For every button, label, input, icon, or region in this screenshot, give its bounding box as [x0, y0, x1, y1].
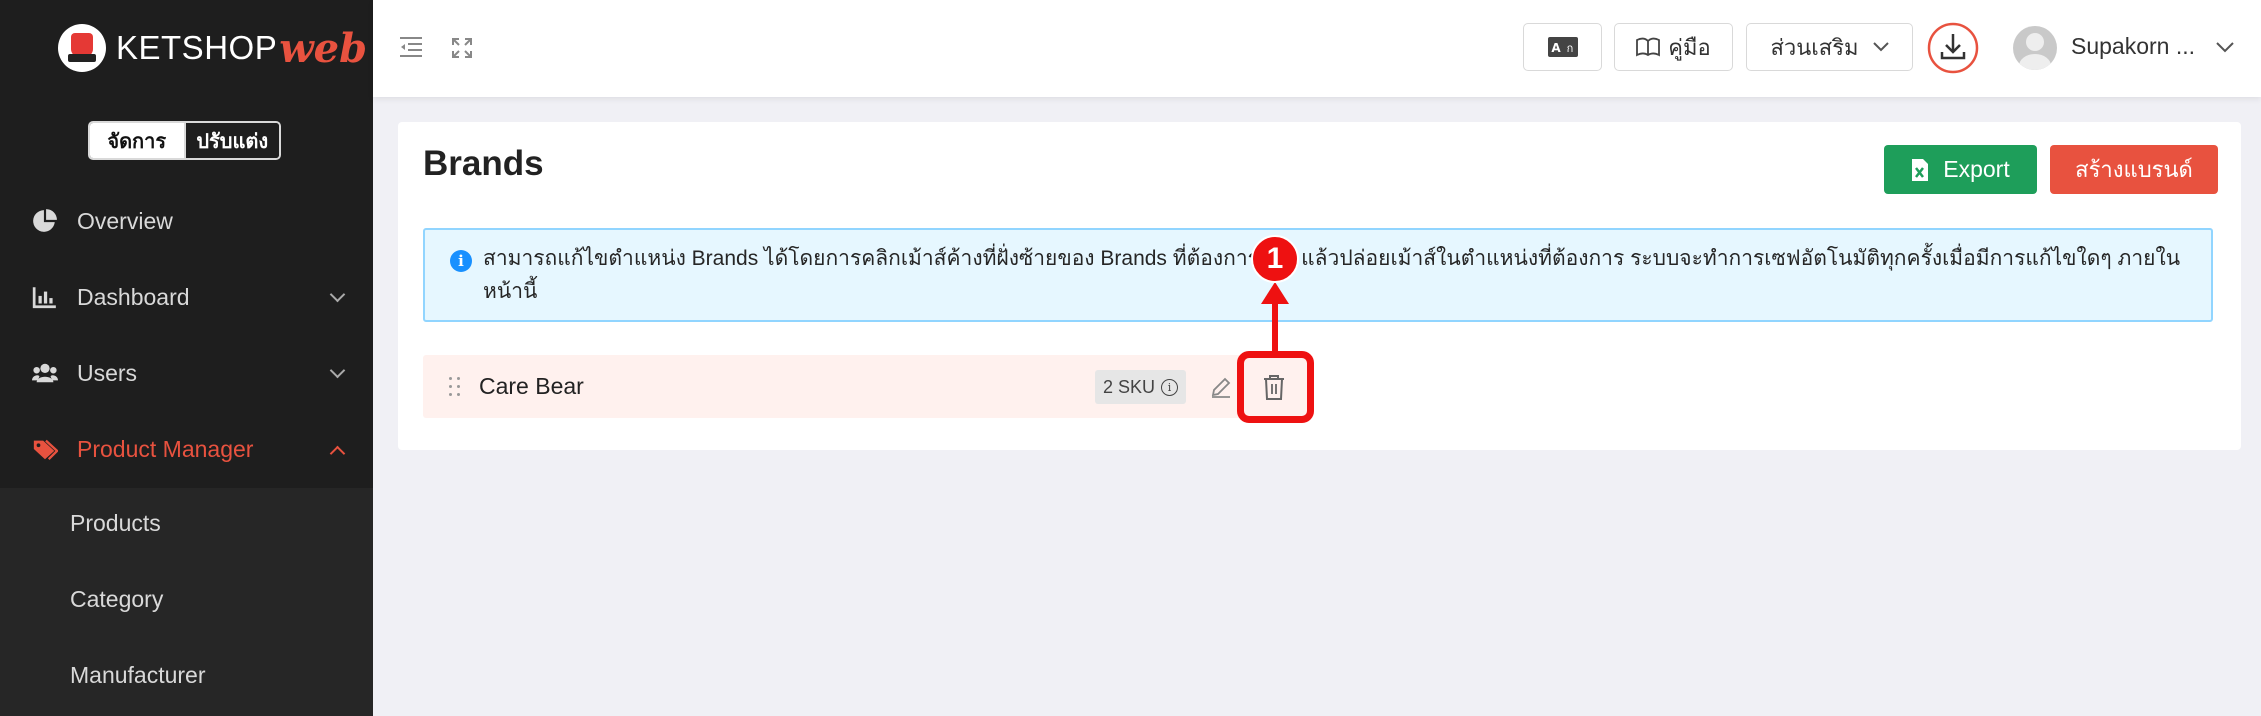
chevron-down-icon[interactable]: [2216, 42, 2234, 53]
info-circle-icon[interactable]: i: [1161, 378, 1179, 396]
download-icon[interactable]: [1927, 22, 1979, 74]
sidebar-item-label: Product Manager: [77, 435, 254, 462]
sku-badge: 2 SKU i: [1095, 370, 1187, 404]
sidebar-item-label: Overview: [77, 207, 173, 234]
create-brand-button[interactable]: สร้างแบรนด์: [2050, 145, 2218, 194]
addons-label: ส่วนเสริม: [1770, 34, 1859, 60]
info-alert: i สามารถแก้ไขตำแหน่ง Brands ได้โดยการคลิ…: [423, 228, 2213, 322]
sidebar-item-users[interactable]: Users: [0, 343, 373, 403]
annotation-highlight: [1237, 351, 1314, 423]
drag-handle-icon[interactable]: [449, 377, 463, 397]
chevron-up-icon: [329, 445, 346, 462]
tag-icon: [33, 439, 58, 461]
pie-chart-icon: [33, 209, 57, 232]
step-number-badge: 1: [1251, 235, 1299, 283]
sidebar-item-overview[interactable]: Overview: [0, 191, 373, 251]
brands-card: Brands Export สร้างแบรนด์ i สามารถแก้ไขต…: [398, 122, 2241, 450]
language-button[interactable]: A ก: [1523, 23, 1602, 71]
annotation-arrowhead: [1261, 282, 1289, 304]
submenu-item-products[interactable]: Products: [70, 510, 161, 537]
manual-label: คู่มือ: [1668, 34, 1711, 60]
excel-file-icon: [1912, 158, 1929, 181]
chevron-down-icon: [1872, 42, 1889, 52]
export-button[interactable]: Export: [1884, 145, 2037, 194]
mode-customize-button[interactable]: ปรับแต่ง: [183, 123, 279, 158]
product-manager-submenu: Products Category Manufacturer: [0, 488, 373, 716]
logo-mascot-icon: [58, 24, 106, 72]
sidebar-item-dashboard[interactable]: Dashboard: [0, 267, 373, 327]
manual-button[interactable]: คู่มือ: [1614, 23, 1733, 71]
book-icon: [1636, 37, 1661, 57]
submenu-item-category[interactable]: Category: [70, 586, 163, 613]
top-header: A ก คู่มือ ส่วนเสริม Supakorn ...: [373, 0, 2261, 97]
chevron-down-icon: [329, 286, 346, 303]
info-icon: i: [450, 250, 472, 272]
mode-toggle: จัดการ ปรับแต่ง: [88, 121, 281, 160]
chevron-down-icon: [329, 362, 346, 379]
edit-icon[interactable]: [1209, 375, 1233, 399]
submenu-item-manufacturer[interactable]: Manufacturer: [70, 662, 206, 689]
avatar[interactable]: [2013, 26, 2057, 70]
collapse-sidebar-icon[interactable]: [399, 36, 423, 58]
users-icon: [32, 363, 58, 383]
sidebar-item-label: Users: [77, 359, 138, 386]
user-name[interactable]: Supakorn ...: [2071, 33, 2195, 60]
sidebar-item-label: Dashboard: [77, 283, 190, 310]
brand-name: Care Bear: [479, 373, 584, 399]
brand-row[interactable]: Care Bear 2 SKU i: [423, 355, 1313, 418]
translate-icon: A ก: [1547, 37, 1578, 57]
info-text: สามารถแก้ไขตำแหน่ง Brands ได้โดยการคลิกเ…: [483, 247, 2181, 303]
mode-manage-button[interactable]: จัดการ: [90, 123, 184, 158]
page-title: Brands: [423, 144, 544, 183]
addons-dropdown[interactable]: ส่วนเสริม: [1746, 23, 1913, 71]
svg-text:A: A: [1551, 41, 1561, 55]
sku-count: 2 SKU: [1103, 376, 1156, 397]
logo[interactable]: KETSHOP web: [58, 22, 367, 74]
export-label: Export: [1943, 156, 2010, 182]
logo-web-text: web: [279, 24, 368, 72]
logo-main-text: KETSHOP: [116, 29, 278, 66]
svg-text:ก: ก: [1566, 42, 1573, 55]
fullscreen-icon[interactable]: [451, 37, 473, 59]
sidebar: KETSHOP web จัดการ ปรับแต่ง Overview Das…: [0, 0, 373, 716]
sidebar-item-product-manager[interactable]: Product Manager: [0, 419, 373, 479]
bar-chart-icon: [32, 287, 56, 309]
